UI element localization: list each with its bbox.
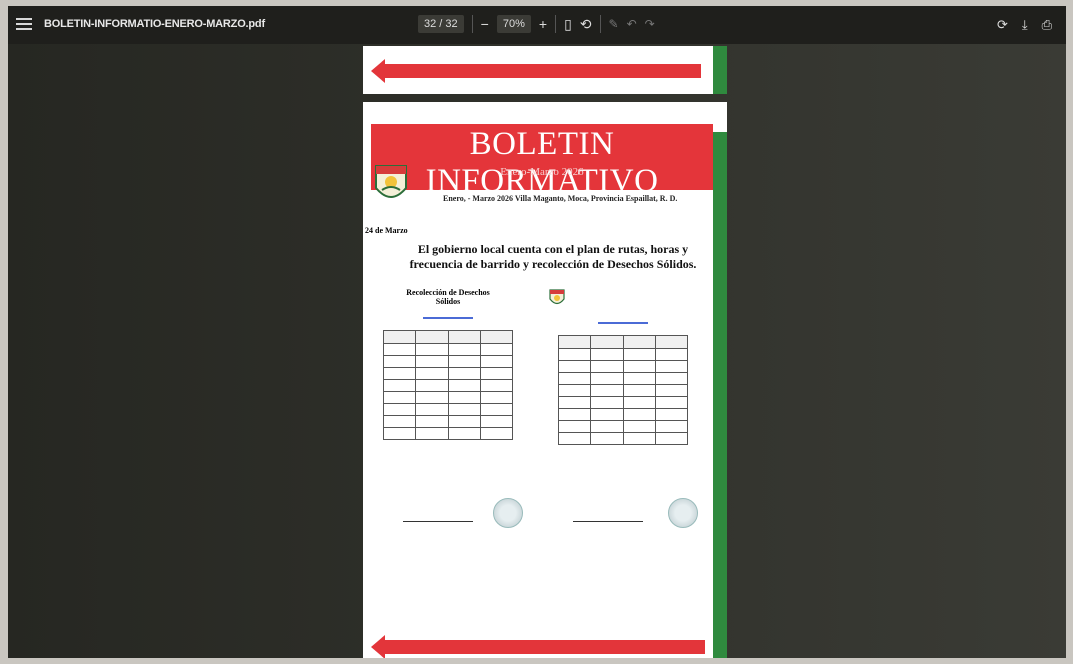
screen: BOLETIN-INFORMATIO-ENERO-MARZO.pdf 32 / …: [8, 6, 1066, 658]
official-seal-icon: [493, 498, 523, 528]
date-label: 24 de Marzo: [365, 226, 408, 235]
zoom-out-button[interactable]: −: [481, 17, 489, 31]
pdf-viewer[interactable]: BOLETIN INFORMATIVO Enero-Marzo 2026 Ene…: [8, 44, 1066, 658]
green-stripe: [713, 46, 727, 94]
download-icon[interactable]: ⤓: [1022, 17, 1028, 33]
toolbar-center-controls: 32 / 32 − 70% + ▯ ⟲ ✎ ↶ ↷: [418, 15, 655, 33]
doc-link-line: [598, 322, 648, 324]
toolbar-divider: [555, 15, 557, 33]
toolbar-right-controls: ⟳ ⤓ ⎙: [997, 17, 1052, 33]
page-current: 32: [424, 18, 437, 30]
previous-page-bottom: [363, 46, 727, 94]
green-stripe: [713, 132, 727, 658]
routes-table: [382, 330, 514, 440]
doc-title: Recolección de Desechos Sólidos: [406, 288, 490, 306]
routes-table: [557, 335, 689, 445]
rotate-view-icon[interactable]: ⟲: [580, 17, 592, 31]
pdf-page: BOLETIN INFORMATIVO Enero-Marzo 2026 Ene…: [363, 102, 727, 658]
annotate-icon[interactable]: ✎: [609, 17, 619, 31]
toolbar-divider: [471, 15, 473, 33]
dateline: Enero, - Marzo 2026 Villa Maganto, Moca,…: [443, 194, 678, 203]
municipal-crest-icon: [549, 289, 565, 305]
zoom-level[interactable]: 70%: [496, 15, 531, 33]
headline: El gobierno local cuenta con el plan de …: [409, 242, 697, 271]
rotate-icon[interactable]: ⟳: [997, 17, 1008, 33]
pdf-toolbar: BOLETIN-INFORMATIO-ENERO-MARZO.pdf 32 / …: [8, 6, 1066, 44]
doc-fine-print: [548, 315, 698, 320]
municipal-crest-icon: [375, 165, 407, 198]
signature-line: [573, 516, 643, 522]
signature-line: [403, 516, 473, 522]
redo-icon[interactable]: ↷: [645, 17, 655, 31]
banner-title: BOLETIN INFORMATIVO: [425, 126, 659, 199]
doc-link-line: [423, 317, 473, 319]
print-icon[interactable]: ⎙: [1042, 17, 1052, 33]
hamburger-menu-icon[interactable]: [16, 18, 32, 32]
official-seal-icon: [668, 498, 698, 528]
undo-icon[interactable]: ↶: [627, 17, 637, 31]
page-number-input[interactable]: 32 / 32: [418, 15, 464, 33]
doc-fine-print: [548, 326, 698, 331]
zoom-in-button[interactable]: +: [539, 17, 547, 31]
banner-subtitle: Enero-Marzo 2026: [500, 166, 584, 178]
doc-fine-print: [373, 321, 523, 326]
doc-fine-print: [373, 310, 523, 315]
newsletter-banner: BOLETIN INFORMATIVO Enero-Marzo 2026: [371, 124, 713, 199]
toolbar-divider: [599, 15, 601, 33]
page-total: 32: [445, 18, 458, 30]
red-arrow-graphic: [371, 59, 701, 83]
fit-page-icon[interactable]: ▯: [564, 17, 572, 31]
file-name: BOLETIN-INFORMATIO-ENERO-MARZO.pdf: [44, 18, 265, 30]
red-arrow-graphic: [371, 635, 705, 658]
